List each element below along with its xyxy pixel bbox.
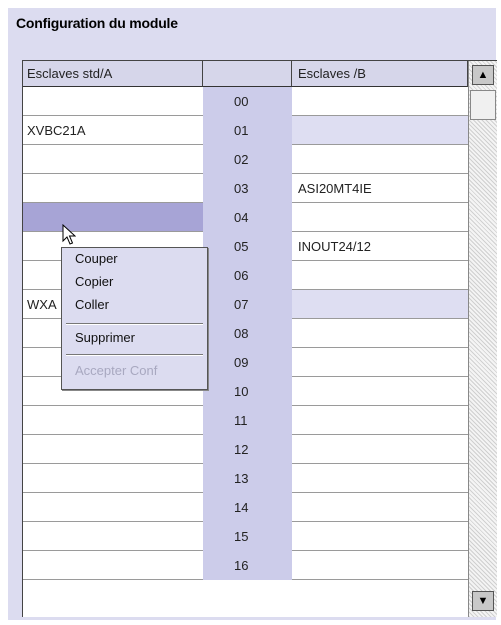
cell-address: 13 [203,464,292,493]
cell-slave-b[interactable] [292,319,468,348]
header-std-a[interactable]: Esclaves std/A [23,61,203,87]
menu-item-cut[interactable]: Couper [75,249,118,269]
header-b[interactable]: Esclaves /B [292,61,468,87]
cell-slave-a[interactable] [23,522,203,551]
cell-address: 04 [203,203,292,232]
table-row: 02 [23,145,468,174]
cell-slave-b[interactable]: INOUT24/12 [292,232,468,261]
cell-address: 09 [203,348,292,377]
cell-slave-b[interactable] [292,464,468,493]
cell-slave-b[interactable] [292,522,468,551]
menu-item-paste[interactable]: Coller [75,295,109,315]
menu-item-accept-conf: Accepter Conf [75,363,158,378]
table-row: 14 [23,493,468,522]
cell-address: 02 [203,145,292,174]
cell-address: 16 [203,551,292,580]
cell-address: 11 [203,406,292,435]
header-address [203,61,292,87]
table-row: 12 [23,435,468,464]
cell-slave-b[interactable] [292,87,468,116]
cell-slave-b[interactable] [292,493,468,522]
table-row: 00 [23,87,468,116]
cell-slave-b[interactable] [292,203,468,232]
scroll-up-button[interactable]: ▲ [472,65,494,85]
menu-item-delete[interactable]: Supprimer [75,328,135,348]
scroll-thumb[interactable] [470,90,496,120]
cell-address: 01 [203,116,292,145]
table-row: 03 ASI20MT4IE [23,174,468,203]
cell-slave-b[interactable] [292,261,468,290]
cell-slave-a[interactable] [23,145,203,174]
context-menu: Couper Copier Coller Supprimer Accepter … [61,247,208,390]
page-title: Configuration du module [16,15,178,31]
menu-separator [66,354,203,356]
cell-address: 03 [203,174,292,203]
cell-slave-a[interactable] [23,174,203,203]
table-row: 13 [23,464,468,493]
cell-slave-b[interactable] [292,145,468,174]
arrow-down-icon: ▼ [477,595,489,607]
table-row: 15 [23,522,468,551]
cell-address: 12 [203,435,292,464]
cell-slave-a[interactable]: XVBC21A [23,116,203,145]
table-row: XVBC21A 01 [23,116,468,145]
cell-address: 00 [203,87,292,116]
vertical-scrollbar[interactable]: ▲ ▼ [468,61,497,617]
cell-address: 15 [203,522,292,551]
scroll-down-button[interactable]: ▼ [472,591,494,611]
cell-slave-a[interactable] [23,493,203,522]
cell-slave-a[interactable] [23,406,203,435]
cell-address: 07 [203,290,292,319]
cell-slave-b[interactable] [292,116,468,145]
table-row: 11 [23,406,468,435]
menu-item-copy[interactable]: Copier [75,272,113,292]
cell-slave-b[interactable] [292,348,468,377]
cell-slave-b[interactable] [292,406,468,435]
menu-separator [66,323,203,325]
cell-slave-a[interactable] [23,551,203,580]
cell-slave-b[interactable]: ASI20MT4IE [292,174,468,203]
cell-slave-a[interactable] [23,464,203,493]
cell-slave-a[interactable] [23,203,203,232]
table-row: 16 [23,551,468,580]
cell-address: 14 [203,493,292,522]
cell-address: 10 [203,377,292,406]
cell-slave-b[interactable] [292,435,468,464]
table-row: 04 [23,203,468,232]
cell-address: 08 [203,319,292,348]
cell-address: 06 [203,261,292,290]
cell-slave-a[interactable] [23,435,203,464]
cell-slave-b[interactable] [292,290,468,319]
cell-slave-b[interactable] [292,551,468,580]
cell-slave-b[interactable] [292,377,468,406]
arrow-up-icon: ▲ [477,69,489,81]
cell-slave-a[interactable] [23,87,203,116]
mouse-cursor-icon [62,224,76,245]
cell-address: 05 [203,232,292,261]
